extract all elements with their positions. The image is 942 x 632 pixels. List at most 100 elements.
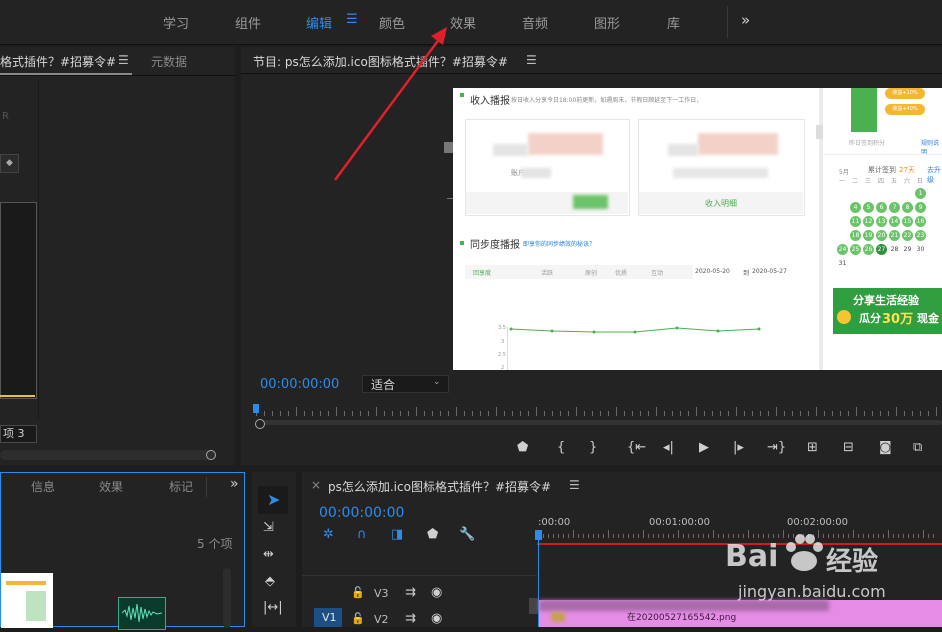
project-field[interactable]: 项 3: [0, 425, 37, 443]
calendar-day[interactable]: 30: [915, 244, 926, 255]
monitor-time-ruler[interactable]: [256, 406, 942, 420]
timeline-timecode[interactable]: 00:00:00:00: [319, 505, 404, 521]
menu-icon[interactable]: ☰: [346, 12, 358, 27]
chart-tab[interactable]: 活跃: [541, 268, 553, 277]
tab-graphics[interactable]: 图形: [594, 13, 620, 32]
source-patch-v1[interactable]: V1: [314, 608, 342, 627]
calendar-day[interactable]: 7: [889, 202, 900, 213]
calendar-day[interactable]: 22: [902, 230, 913, 241]
playhead-icon[interactable]: [253, 404, 259, 413]
more-panels-icon[interactable]: »: [230, 476, 239, 492]
calendar-day[interactable]: 15: [902, 216, 913, 227]
wrench-icon[interactable]: 🔧: [459, 527, 475, 542]
sequence-tab[interactable]: ps怎么添加.ico图标格式插件？#招募令#: [328, 478, 551, 495]
track-select-icon[interactable]: ⇲: [263, 520, 274, 535]
date-from[interactable]: 2020-05-20: [695, 268, 730, 275]
nest-icon[interactable]: ✲: [323, 527, 334, 542]
calendar-day[interactable]: 21: [889, 230, 900, 241]
mark-in-icon[interactable]: {: [557, 440, 565, 455]
chart-tab[interactable]: 回享度: [473, 268, 491, 277]
calendar-day[interactable]: 24: [837, 244, 848, 255]
calendar-day[interactable]: 28: [889, 244, 900, 255]
calendar-day[interactable]: 25: [850, 244, 861, 255]
calendar-day[interactable]: 20: [876, 230, 887, 241]
source-tab[interactable]: 格式插件？#招募令#: [0, 53, 116, 70]
snap-icon[interactable]: ∩: [357, 527, 367, 542]
scrollbar[interactable]: [223, 568, 231, 628]
calendar-day[interactable]: 29: [902, 244, 913, 255]
lock-icon[interactable]: 🔓: [351, 612, 365, 625]
linked-selection-icon[interactable]: ◨: [391, 527, 403, 542]
tab-color[interactable]: 颜色: [379, 13, 405, 32]
fit-select[interactable]: 适合 ⌄: [362, 375, 449, 393]
step-forward-icon[interactable]: |▸: [733, 440, 744, 455]
lock-icon[interactable]: 🔓: [351, 586, 365, 599]
play-icon[interactable]: ▶: [699, 440, 709, 455]
date-to[interactable]: 2020-05-27: [752, 268, 787, 275]
calendar-day[interactable]: 1: [915, 188, 926, 199]
tab-effects[interactable]: 效果: [99, 478, 123, 495]
tab-learn[interactable]: 学习: [163, 13, 189, 32]
calendar-day[interactable]: 13: [876, 216, 887, 227]
go-to-in-icon[interactable]: {⇤: [627, 440, 646, 455]
tab-effects[interactable]: 效果: [450, 13, 476, 32]
promo-banner[interactable]: 分享生活经验 瓜分 30万 现金: [833, 288, 942, 334]
step-back-icon[interactable]: ◂|: [663, 440, 674, 455]
calendar-day[interactable]: 18: [850, 230, 861, 241]
more-workspaces-icon[interactable]: »: [741, 11, 750, 29]
calendar-day[interactable]: 12: [863, 216, 874, 227]
playhead-icon[interactable]: [535, 530, 542, 540]
thumbnail-audio[interactable]: [118, 597, 166, 630]
marker-icon[interactable]: ⬟: [517, 440, 528, 455]
mark-out-icon[interactable]: }: [589, 440, 597, 455]
tab-editing[interactable]: 编辑: [306, 13, 332, 32]
tab-assembly[interactable]: 组件: [235, 13, 261, 32]
calendar-day[interactable]: 23: [915, 230, 926, 241]
tab-info[interactable]: 信息: [31, 478, 55, 495]
camera-icon[interactable]: ◙: [879, 440, 892, 455]
keyframe-icon[interactable]: ◆: [0, 154, 19, 173]
calendar-day[interactable]: 16: [915, 216, 926, 227]
insert-icon[interactable]: ⊞: [807, 440, 818, 455]
overlay-handle[interactable]: [444, 142, 453, 153]
calendar-day[interactable]: 5: [863, 202, 874, 213]
chart-tab[interactable]: 原创: [585, 268, 597, 277]
scrollbar[interactable]: [0, 450, 215, 460]
calendar-day[interactable]: 6: [876, 202, 887, 213]
panel-menu-icon[interactable]: ☰: [118, 53, 129, 67]
calendar-day[interactable]: 14: [889, 216, 900, 227]
panel-menu-icon[interactable]: ☰: [526, 53, 537, 67]
calendar-day[interactable]: 31: [837, 258, 848, 269]
sync-report-link[interactable]: 即享你的同步绩效的秘诀？: [523, 239, 595, 248]
close-icon[interactable]: ×: [311, 478, 321, 492]
overwrite-icon[interactable]: ⊟: [843, 440, 854, 455]
chart-tab[interactable]: 互动: [651, 268, 663, 277]
selection-tool[interactable]: ➤: [258, 486, 288, 514]
tab-markers[interactable]: 标记: [169, 478, 193, 495]
panel-menu-icon[interactable]: ☰: [569, 478, 580, 492]
slip-icon[interactable]: |↔|: [263, 600, 283, 615]
ripple-edit-icon[interactable]: ⇹: [263, 547, 274, 562]
calendar-day[interactable]: 26: [863, 244, 874, 255]
monitor-scrollbar[interactable]: [256, 420, 942, 425]
calendar-day[interactable]: 27: [876, 244, 887, 255]
thumbnail-image[interactable]: [1, 573, 53, 628]
scroll-handle[interactable]: [255, 419, 265, 429]
eye-icon[interactable]: ◉: [431, 611, 442, 626]
export-frame-icon[interactable]: ⧉: [913, 440, 922, 455]
sync-lock-icon[interactable]: ⇉: [405, 585, 416, 600]
calendar-day[interactable]: 9: [915, 202, 926, 213]
add-marker-icon[interactable]: ⬟: [427, 527, 438, 542]
income-details-link[interactable]: 收入明细: [705, 198, 737, 209]
metadata-tab[interactable]: 元数据: [151, 53, 187, 70]
tab-audio[interactable]: 音频: [522, 13, 548, 32]
calendar-day[interactable]: 4: [850, 202, 861, 213]
calendar-day[interactable]: 19: [863, 230, 874, 241]
chart-tab[interactable]: 优质: [615, 268, 627, 277]
tab-libraries[interactable]: 库: [667, 13, 680, 32]
scroll-handle[interactable]: [206, 450, 216, 460]
calendar-day[interactable]: 11: [850, 216, 861, 227]
razor-icon[interactable]: ⬘: [265, 574, 275, 589]
program-monitor-title[interactable]: 节目: ps怎么添加.ico图标格式插件？#招募令#: [253, 53, 508, 70]
program-timecode[interactable]: 00:00:00:00: [260, 377, 339, 392]
